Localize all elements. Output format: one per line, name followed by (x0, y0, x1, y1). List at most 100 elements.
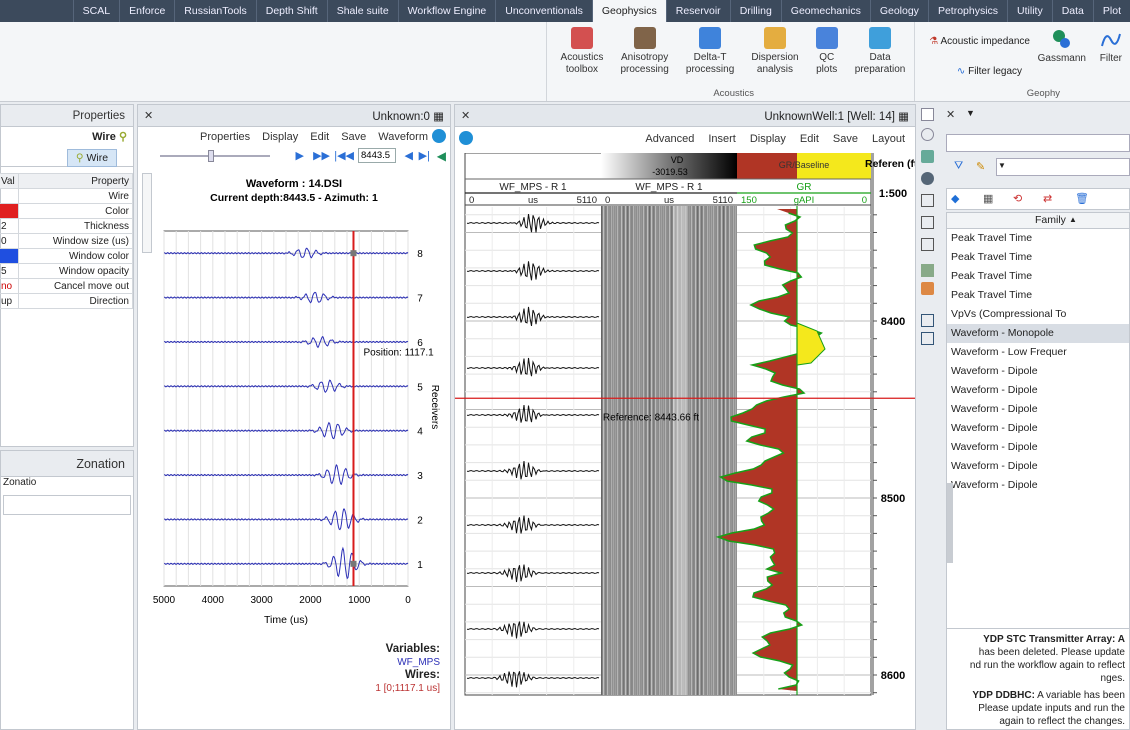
property-row[interactable]: 0 Window size (us) (0, 233, 134, 249)
well-close-icon[interactable]: ✕ (461, 109, 470, 122)
browser-search-input[interactable] (946, 134, 1130, 152)
family-list-item[interactable]: Waveform - Dipole (947, 400, 1129, 419)
filter-button[interactable]: Filter (1100, 28, 1122, 65)
well-menu-save[interactable]: Save (833, 133, 858, 145)
sort-icon[interactable]: ▲ (1069, 215, 1077, 224)
property-value[interactable] (0, 248, 19, 264)
well-menu-advanced[interactable]: Advanced (645, 133, 694, 145)
acoustics-qc-button[interactable]: QC plots (815, 27, 838, 85)
tab-petrophysics[interactable]: Petrophysics (927, 0, 1007, 22)
tab-scal[interactable]: SCAL (72, 0, 119, 22)
acoustics-acoustics-button[interactable]: Acoustics toolbox (561, 27, 603, 85)
zoom-slider-thumb[interactable] (208, 150, 214, 162)
tab-workflow-engine[interactable]: Workflow Engine (397, 0, 496, 22)
acoustic-impedance-button[interactable]: ⚗ Acoustic impedance (929, 36, 1030, 47)
property-row[interactable]: Wire (0, 188, 134, 204)
waveform-menu-edit[interactable]: Edit (310, 131, 329, 143)
family-list-item[interactable]: VpVs (Compressional To (947, 305, 1129, 324)
image-tool-icon[interactable] (921, 216, 934, 229)
tab-wire[interactable]: ⚲ Wire (67, 149, 117, 167)
property-value[interactable]: 5 (0, 263, 19, 279)
property-row[interactable]: Window color (0, 248, 134, 264)
family-list-item[interactable]: Waveform - Dipole (947, 419, 1129, 438)
cursor-handle[interactable] (350, 250, 357, 257)
acoustics-delta-t-button[interactable]: Delta-T processing (686, 27, 734, 85)
hand-tool-icon[interactable] (921, 194, 934, 207)
browser-filter-dropdown[interactable] (996, 158, 1130, 176)
property-row[interactable]: 2 Thickness (0, 218, 134, 234)
zonation-list[interactable] (3, 495, 131, 515)
family-list-item[interactable]: Peak Travel Time (947, 267, 1129, 286)
tab-geology[interactable]: Geology (869, 0, 928, 22)
wf-curve-name[interactable]: WF_MPS - R 1 (499, 182, 567, 193)
tab-enforce[interactable]: Enforce (119, 0, 174, 22)
depth-input[interactable] (358, 148, 396, 163)
waveform-menu-waveform[interactable]: Waveform (378, 131, 428, 143)
prev-icon[interactable]: ▶▶ (313, 149, 330, 162)
family-list-item[interactable]: Waveform - Dipole (947, 457, 1129, 476)
tab-reservoir[interactable]: Reservoir (665, 0, 730, 22)
prev-end-icon[interactable]: |◀◀ (334, 149, 354, 162)
cursor-handle[interactable] (350, 560, 357, 567)
well-help-icon[interactable] (459, 131, 473, 145)
comment-tool-icon[interactable] (921, 264, 934, 277)
tab-depth-shift[interactable]: Depth Shift (255, 0, 327, 22)
play-icon[interactable]: ◀ (437, 149, 446, 163)
family-list-item[interactable]: Peak Travel Time (947, 248, 1129, 267)
tab-russiantools[interactable]: RussianTools (174, 0, 255, 22)
family-list-item[interactable]: Waveform - Dipole (947, 362, 1129, 381)
layers-icon[interactable]: ◆ (951, 192, 959, 205)
acoustics-anisotropy-button[interactable]: Anisotropy processing (620, 27, 669, 85)
vd-curve-name[interactable]: WF_MPS - R 1 (635, 182, 703, 193)
property-row[interactable]: no Cancel move out (0, 278, 134, 294)
property-row[interactable]: 5 Window opacity (0, 263, 134, 279)
well-menu-layout[interactable]: Layout (872, 133, 905, 145)
well-menu-display[interactable]: Display (750, 133, 786, 145)
color-tool-icon[interactable] (921, 282, 934, 295)
property-value[interactable] (0, 203, 19, 219)
gr-curve-name[interactable]: GR (797, 182, 812, 193)
tab-utility[interactable]: Utility (1007, 0, 1052, 22)
pointer-tool-icon[interactable] (921, 108, 934, 121)
family-list-item[interactable]: Waveform - Dipole (947, 438, 1129, 457)
well-menu-edit[interactable]: Edit (800, 133, 819, 145)
tab-geomechanics[interactable]: Geomechanics (780, 0, 870, 22)
filter-legacy-button[interactable]: ∿ Filter legacy (957, 66, 1022, 77)
step-icon[interactable]: ▶ (296, 149, 304, 162)
family-list-item[interactable]: Waveform - Low Frequer (947, 343, 1129, 362)
property-value[interactable] (0, 188, 19, 204)
tab-data[interactable]: Data (1051, 0, 1093, 22)
search-tool-icon[interactable] (921, 172, 934, 185)
property-value[interactable]: 2 (0, 218, 19, 234)
waveform-menu-properties[interactable]: Properties (200, 131, 250, 143)
waveform-menu-save[interactable]: Save (341, 131, 366, 143)
tab-shale-suite[interactable]: Shale suite (326, 0, 398, 22)
pencil-icon[interactable]: ✎ (976, 160, 985, 173)
property-row[interactable]: Color (0, 203, 134, 219)
family-list-item[interactable]: Peak Travel Time (947, 286, 1129, 305)
close-icon[interactable]: ✕ (144, 109, 153, 122)
property-row[interactable]: up Direction (0, 293, 134, 309)
tab-drilling[interactable]: Drilling (729, 0, 781, 22)
next-icon[interactable]: ◀ (405, 149, 413, 162)
family-scrollbar[interactable] (947, 483, 953, 563)
filter-icon[interactable]: ⛛ (954, 160, 963, 173)
waveform-help-icon[interactable] (432, 129, 446, 143)
track-tool-icon[interactable] (921, 150, 934, 163)
share-icon[interactable]: ⟲ (1013, 192, 1022, 205)
fit-tool-icon[interactable] (921, 314, 934, 327)
property-value[interactable]: no (0, 278, 19, 294)
tab-plot[interactable]: Plot (1092, 0, 1130, 22)
merge-icon[interactable]: ⇄ (1043, 192, 1052, 205)
acoustics-data-button[interactable]: Data preparation (855, 27, 905, 85)
family-list-item[interactable]: Waveform - Dipole (947, 381, 1129, 400)
zoom-slider[interactable] (160, 155, 270, 157)
grid-icon[interactable]: ▦ (983, 192, 993, 205)
acoustics-dispersion-button[interactable]: Dispersion analysis (751, 27, 799, 85)
family-list-item[interactable]: Peak Travel Time (947, 229, 1129, 248)
next-end-icon[interactable]: ▶| (419, 149, 430, 162)
browser-menu-icon[interactable]: ▼ (966, 108, 975, 118)
family-list-item[interactable]: Waveform - Dipole (947, 476, 1129, 495)
family-list-item[interactable]: Waveform - Monopole (947, 324, 1129, 343)
delete-icon[interactable]: 🗑 (1075, 192, 1089, 205)
